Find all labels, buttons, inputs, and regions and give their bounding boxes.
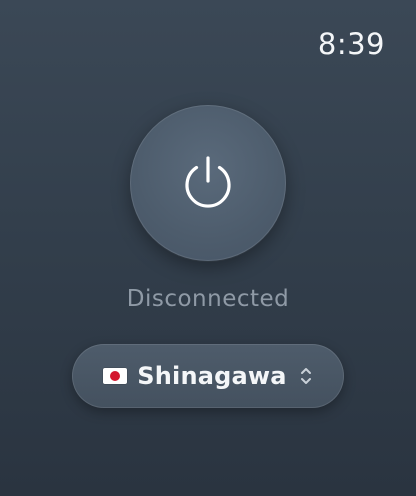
chevron-up-down-icon xyxy=(300,368,311,384)
vpn-screen: 8:39 Disconnected Shinagawa xyxy=(0,0,416,496)
location-picker-button[interactable]: Shinagawa xyxy=(72,344,344,408)
japan-flag-icon xyxy=(103,368,128,384)
power-button[interactable] xyxy=(130,105,286,261)
clock-time: 8:39 xyxy=(317,27,385,61)
location-name: Shinagawa xyxy=(137,362,287,390)
connection-status: Disconnected xyxy=(126,286,290,312)
power-icon xyxy=(185,156,231,208)
